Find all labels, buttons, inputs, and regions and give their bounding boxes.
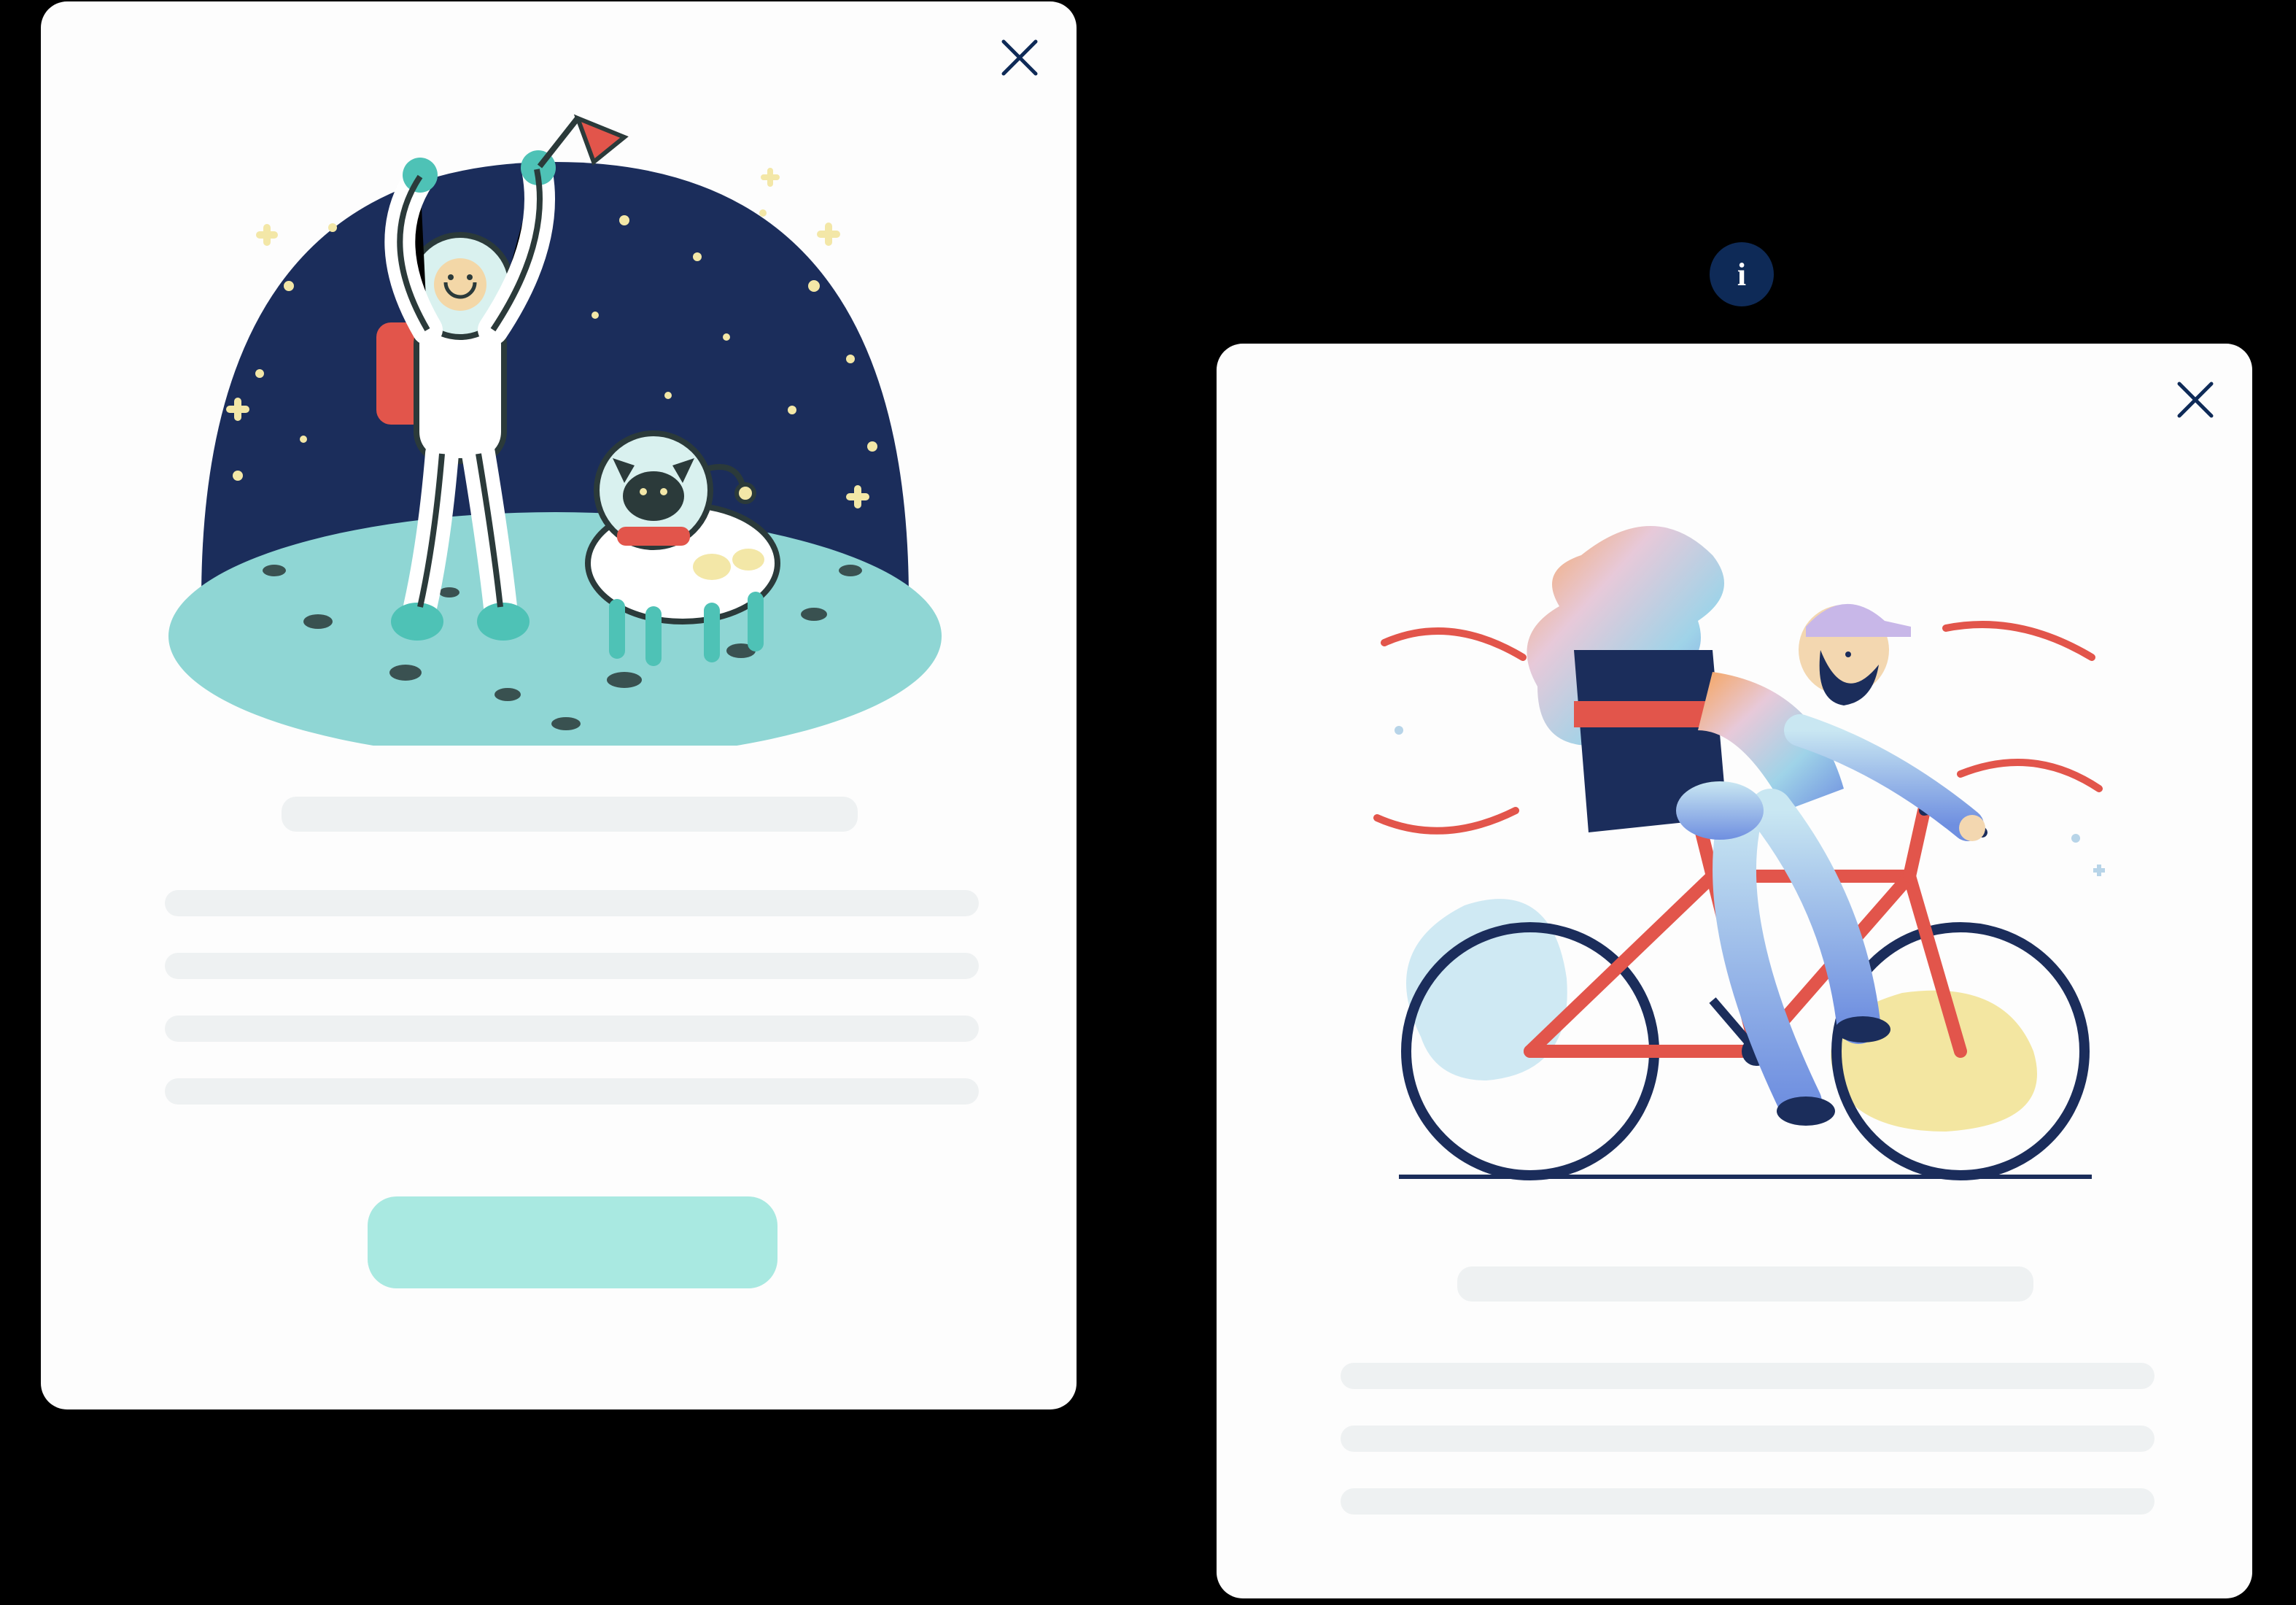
modal-card-astronaut [41,1,1077,1409]
close-button[interactable] [2173,379,2217,422]
modal-card-courier [1217,344,2252,1598]
courier-illustration [1333,468,2136,1197]
astronaut-illustration [158,96,953,746]
body-line-placeholder [165,1016,979,1042]
body-line-placeholder [165,1078,979,1105]
close-button[interactable] [998,36,1042,80]
primary-cta-button[interactable] [368,1196,777,1288]
body-line-placeholder [1341,1488,2155,1515]
close-icon [1001,39,1039,79]
info-icon-label: i [1737,256,1746,293]
title-placeholder [1457,1266,2033,1302]
body-line-placeholder [165,890,979,916]
body-line-placeholder [1341,1426,2155,1452]
close-icon [2176,381,2214,421]
body-line-placeholder [165,953,979,979]
title-placeholder [282,797,858,832]
info-badge[interactable]: i [1710,242,1774,306]
body-line-placeholder [1341,1363,2155,1389]
